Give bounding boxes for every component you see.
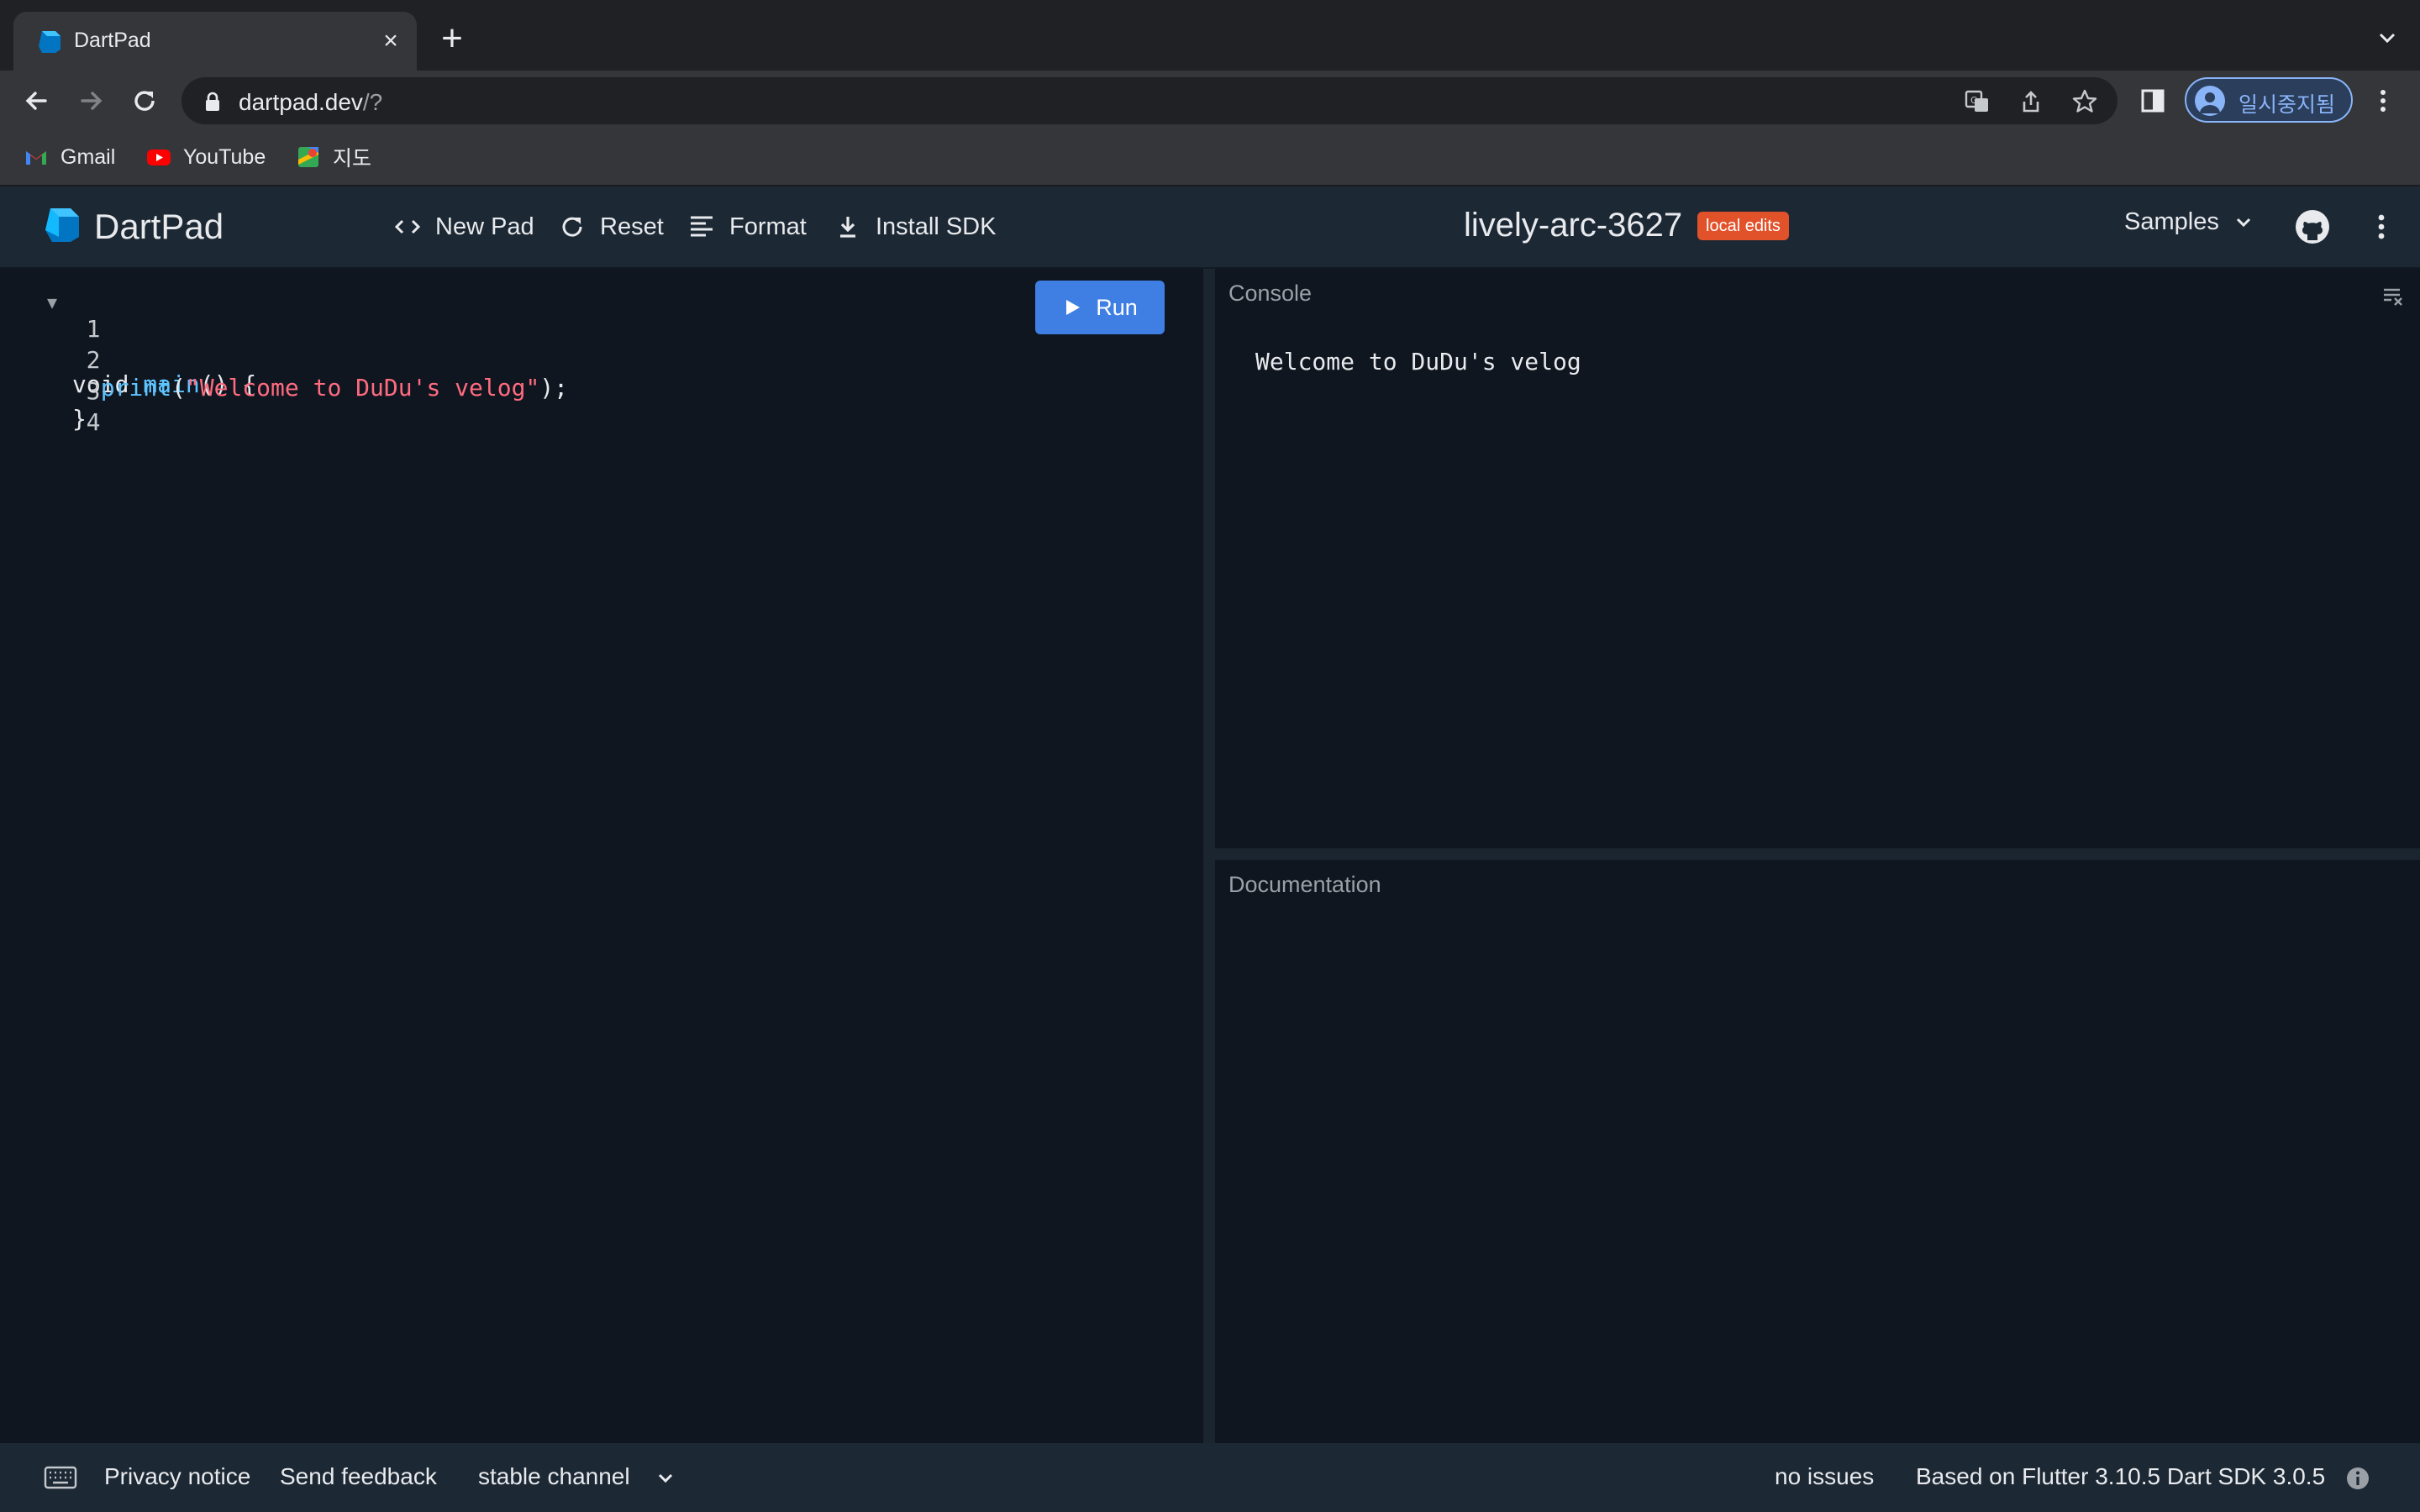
forward-icon[interactable] [74,84,108,118]
play-icon [1066,300,1081,315]
lock-icon[interactable] [203,91,222,113]
bookmarks-bar: Gmail YouTube 지도 [0,129,2420,186]
sdk-version: Based on Flutter 3.10.5 Dart SDK 3.0.5 [1916,1463,2326,1489]
pad-name[interactable]: lively-arc-3627 [1464,207,1682,244]
back-icon[interactable] [20,84,54,118]
bookmark-label: YouTube [183,144,266,169]
url-host: dartpad.dev [239,89,363,115]
status-footer: Privacy notice Send feedback stable chan… [0,1443,2420,1512]
browser-menu-icon[interactable] [2366,84,2400,118]
reset-button[interactable]: Reset [558,210,664,244]
youtube-icon [147,150,171,165]
info-icon[interactable] [2344,1465,2371,1492]
fold-arrow-icon[interactable]: ▼ [47,292,57,312]
console-output: Welcome to DuDu's velog [1255,348,1581,375]
tab-title: DartPad [74,29,151,52]
new-pad-button[interactable]: New Pad [393,210,534,244]
chevron-down-icon[interactable] [655,1468,676,1488]
github-icon[interactable] [2294,208,2331,245]
avatar-icon [2195,86,2225,116]
refresh-icon [562,217,582,237]
samples-label: Samples [2124,208,2219,235]
code-editor[interactable]: 1 ▼ void main() { 2 print("Welcome to Du… [0,269,1203,1443]
format-align-icon [691,216,713,237]
issues-status[interactable]: no issues [1775,1463,1874,1490]
code-line[interactable]: 2 print("Welcome to DuDu's velog"); [0,318,568,402]
profile-label: 일시중지됨 [2238,93,2336,117]
format-label: Format [729,213,807,240]
bookmark-star-icon[interactable] [2070,87,2099,116]
maps-icon [298,147,318,167]
keyboard-icon[interactable] [44,1465,77,1490]
chevron-down-icon [2236,218,2250,227]
gmail-icon [26,151,46,165]
browser-toolbar: dartpad.dev/? G 일시중지됨 [0,71,2420,129]
reset-label: Reset [600,213,664,240]
documentation-title: Documentation [1228,872,1381,897]
dartpad-header: DartPad New Pad Reset Format Install SDK… [0,186,2420,269]
privacy-notice-link[interactable]: Privacy notice [104,1463,250,1490]
documentation-panel: Documentation [1215,860,2420,1443]
run-label: Run [1096,294,1138,320]
bookmark-gmail[interactable]: Gmail [24,143,115,171]
line-number: 3 [86,377,101,405]
local-edits-badge: local edits [1697,212,1789,240]
install-sdk-label: Install SDK [876,213,997,240]
console-title: Console [1228,281,1313,306]
new-pad-label: New Pad [435,213,534,240]
dart-logo-icon [45,208,79,242]
install-sdk-button[interactable]: Install SDK [834,210,996,244]
horizontal-splitter[interactable] [1215,848,2420,860]
side-panel-icon[interactable] [2136,84,2170,118]
bookmark-label: 지도 [333,147,372,171]
tab-search-icon[interactable] [2375,25,2400,50]
bookmark-maps[interactable]: 지도 [296,143,371,171]
more-vert-icon[interactable] [2365,210,2398,244]
send-feedback-link[interactable]: Send feedback [280,1463,437,1490]
line-number: 4 [86,408,101,436]
url-text[interactable]: dartpad.dev/? [239,89,382,116]
translate-icon[interactable]: G [1963,87,1991,116]
browser-tab[interactable]: DartPad × [13,12,417,71]
console-panel: Console Welcome to DuDu's velog [1215,269,2420,848]
profile-button[interactable]: 일시중지됨 [2185,77,2353,123]
new-tab-button[interactable]: + [435,20,469,57]
clear-console-icon[interactable] [2381,284,2405,307]
vertical-splitter[interactable] [1203,269,1215,1443]
channel-selector[interactable]: stable channel [478,1463,630,1490]
code-line[interactable]: 1 ▼ void main() { [0,287,256,398]
code-line[interactable]: 4 [0,381,101,436]
url-path: /? [362,89,383,115]
bookmark-label: Gmail [60,144,116,169]
dart-favicon-icon [39,31,60,53]
line-number: 2 [86,346,101,374]
format-button[interactable]: Format [687,210,807,244]
bookmark-youtube[interactable]: YouTube [146,143,266,171]
address-bar[interactable]: dartpad.dev/? G [182,77,2118,124]
code-text[interactable]: print("Welcome to DuDu's velog"); [72,374,568,402]
download-icon [840,217,855,238]
line-number: 1 [86,315,101,343]
svg-text:G: G [1970,95,1978,106]
run-button[interactable]: Run [1035,281,1165,334]
app-title: DartPad [94,207,224,246]
reload-icon[interactable] [128,84,161,118]
browser-tab-strip: DartPad × + [0,0,2420,71]
share-icon[interactable] [2017,87,2045,116]
code-line[interactable]: 3 } [0,349,100,433]
code-icon [394,219,421,234]
close-tab-icon[interactable]: × [376,27,405,55]
samples-dropdown[interactable]: Samples [2124,208,2254,236]
